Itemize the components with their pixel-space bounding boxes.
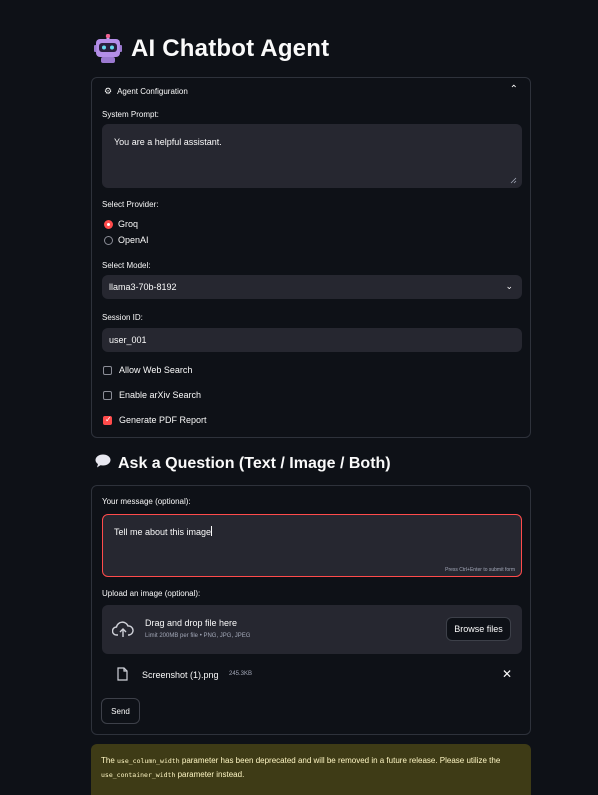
system-prompt-textarea[interactable]: You are a helpful assistant. bbox=[102, 124, 522, 188]
model-value: llama3-70b-8192 bbox=[109, 282, 177, 292]
dropzone-limit: Limit 200MB per file • PNG, JPG, JPEG bbox=[145, 633, 251, 639]
chevron-down-icon: ⌄ bbox=[505, 281, 513, 291]
radio-label: Groq bbox=[118, 219, 139, 229]
file-dropzone[interactable]: Drag and drop file here Limit 200MB per … bbox=[102, 605, 522, 654]
expander-header[interactable]: ⚙ Agent Configuration bbox=[104, 86, 188, 97]
model-label: Select Model: bbox=[102, 261, 151, 270]
radio-groq[interactable]: Groq bbox=[104, 219, 138, 229]
message-textarea[interactable]: Tell me about this image Press Ctrl+Ente… bbox=[102, 514, 522, 577]
remove-file-icon[interactable]: ✕ bbox=[502, 667, 512, 681]
checkbox-box bbox=[103, 390, 112, 400]
radio-unselected-indicator bbox=[104, 235, 113, 245]
resize-handle-icon[interactable] bbox=[510, 177, 517, 184]
submit-hint: Press Ctrl+Enter to submit form bbox=[445, 567, 515, 573]
file-size: 245.3KB bbox=[229, 671, 253, 677]
enable-arxiv-search-checkbox[interactable]: Enable arXiv Search bbox=[103, 390, 201, 400]
inline-code: use_column_width bbox=[117, 757, 180, 765]
checkbox-box bbox=[103, 365, 112, 375]
speech-bubble-icon bbox=[95, 454, 111, 473]
radio-selected-indicator bbox=[104, 219, 113, 229]
gear-icon: ⚙ bbox=[104, 86, 113, 96]
session-id-input[interactable]: user_001 bbox=[102, 328, 522, 352]
page-title: AI Chatbot Agent bbox=[131, 35, 330, 62]
checkbox-label: Generate PDF Report bbox=[119, 415, 207, 425]
system-prompt-label: System Prompt: bbox=[102, 110, 159, 119]
radio-openai[interactable]: OpenAI bbox=[104, 235, 149, 245]
ask-question-heading: Ask a Question (Text / Image / Both) bbox=[95, 454, 391, 473]
checkbox-label: Enable arXiv Search bbox=[119, 390, 202, 400]
message-value: Tell me about this image bbox=[114, 526, 213, 537]
dropzone-title: Drag and drop file here bbox=[145, 618, 238, 628]
file-name: Screenshot (1).png bbox=[142, 670, 219, 680]
cloud-upload-icon bbox=[111, 620, 134, 643]
agent-configuration-expander: ⚙ Agent Configuration ⌃ System Prompt: Y… bbox=[91, 77, 531, 438]
checkbox-box-checked bbox=[103, 415, 112, 425]
model-select[interactable]: llama3-70b-8192 ⌄ bbox=[102, 275, 522, 299]
title-row: AI Chatbot Agent bbox=[94, 33, 330, 64]
radio-label: OpenAI bbox=[118, 235, 149, 245]
session-label: Session ID: bbox=[102, 313, 143, 322]
uploaded-file-row: Screenshot (1).png 245.3KB ✕ bbox=[102, 664, 522, 686]
file-icon bbox=[117, 667, 128, 686]
inline-code: use_container_width bbox=[101, 771, 176, 779]
robot-icon bbox=[94, 33, 122, 64]
send-button[interactable]: Send bbox=[101, 698, 140, 724]
upload-label: Upload an image (optional): bbox=[102, 589, 201, 598]
provider-label: Select Provider: bbox=[102, 200, 159, 209]
deprecation-warning: The use_column_width parameter has been … bbox=[91, 744, 531, 795]
expander-title: Agent Configuration bbox=[117, 87, 188, 96]
chevron-up-icon[interactable]: ⌃ bbox=[510, 84, 518, 95]
checkbox-label: Allow Web Search bbox=[119, 365, 193, 375]
message-label: Your message (optional): bbox=[102, 497, 191, 506]
allow-web-search-checkbox[interactable]: Allow Web Search bbox=[103, 365, 192, 375]
question-form: Your message (optional): Tell me about t… bbox=[91, 485, 531, 735]
session-id-value: user_001 bbox=[109, 335, 147, 345]
browse-files-button[interactable]: Browse files bbox=[446, 617, 511, 641]
system-prompt-value: You are a helpful assistant. bbox=[114, 137, 222, 147]
generate-pdf-report-checkbox[interactable]: Generate PDF Report bbox=[103, 415, 207, 425]
ask-heading-text: Ask a Question (Text / Image / Both) bbox=[118, 454, 391, 472]
